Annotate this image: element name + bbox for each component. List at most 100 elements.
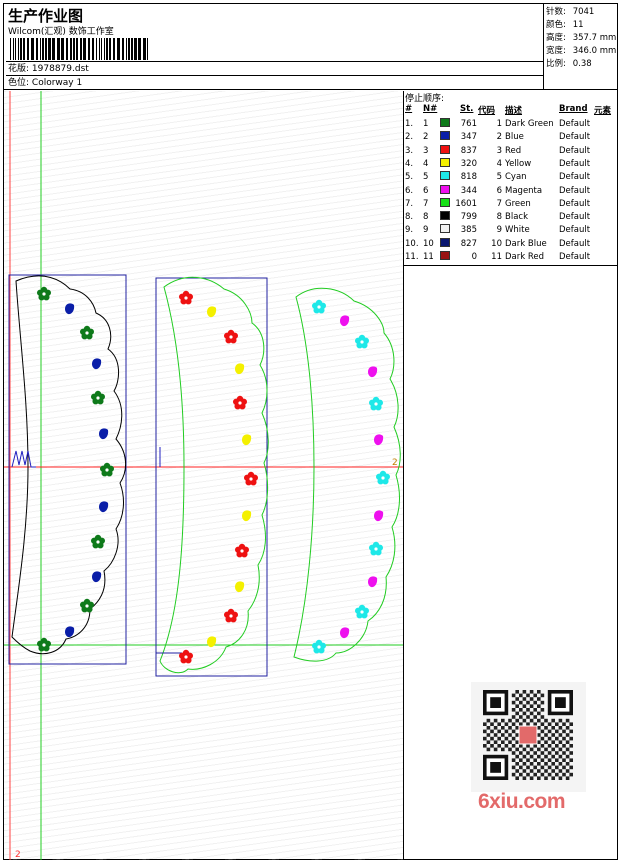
stop-row: 4. 4 320 4 Yellow Default bbox=[404, 157, 617, 171]
stop-brand: Default bbox=[559, 252, 591, 262]
stop-row: 7. 7 1601 7 Green Default bbox=[404, 197, 617, 211]
stop-description: Green bbox=[505, 198, 531, 209]
flower-motif bbox=[90, 534, 106, 549]
production-worksheet: 生产作业图 Wilcom(汇观) 数饰工作室 花版: 1978879.dst 色… bbox=[3, 3, 618, 860]
flower-motif bbox=[375, 470, 391, 485]
file-label: 花版: bbox=[8, 64, 30, 74]
flower-motif bbox=[99, 462, 115, 477]
stop-needle: 7 bbox=[423, 198, 429, 209]
teardrop-motif bbox=[368, 576, 378, 588]
stop-code: 11 bbox=[491, 252, 502, 262]
stop-index: 11. bbox=[405, 252, 419, 262]
col-code: 代码 bbox=[478, 106, 496, 116]
flower-motif bbox=[311, 299, 327, 314]
stat-width: 宽度: 346.0 mm bbox=[546, 45, 617, 58]
design-canvas[interactable]: 2 2 bbox=[4, 91, 404, 860]
stop-stitches: 799 bbox=[460, 212, 477, 223]
stop-brand: Default bbox=[559, 225, 591, 236]
stop-code: 2 bbox=[496, 132, 502, 143]
stop-index: 9. bbox=[405, 225, 414, 236]
stop-code: 8 bbox=[496, 212, 502, 223]
flower-motif bbox=[368, 396, 384, 411]
stop-description: Blue bbox=[505, 132, 524, 143]
qr-code-box bbox=[471, 682, 586, 792]
flower-motif bbox=[178, 649, 194, 664]
teardrop-motif bbox=[235, 581, 245, 593]
stat-scale: 比例: 0.38 bbox=[546, 58, 617, 71]
stop-order-title: 停止顺序: bbox=[405, 94, 445, 104]
barcode bbox=[10, 38, 148, 60]
color-swatch bbox=[440, 131, 450, 141]
stop-brand: Default bbox=[559, 185, 591, 196]
stop-stitches: 0 bbox=[471, 252, 477, 262]
stop-code: 3 bbox=[496, 145, 502, 156]
color-swatch bbox=[440, 157, 450, 167]
stop-row: 11. 11 0 11 Dark Red Default bbox=[404, 251, 617, 264]
stop-needle: 10 bbox=[423, 238, 434, 249]
stop-index: 1. bbox=[405, 119, 414, 129]
flower-motif bbox=[232, 395, 248, 410]
stop-order-table: 停止顺序: # N# St. 代码 描述 Brand 元素 1. 1 761 1 Dar… bbox=[404, 91, 617, 266]
teardrop-motif bbox=[368, 366, 378, 378]
header: 生产作业图 Wilcom(汇观) 数饰工作室 花版: 1978879.dst 色… bbox=[4, 4, 617, 90]
stat-height: 高度: 357.7 mm bbox=[546, 32, 617, 45]
page-title: 生产作业图 bbox=[8, 7, 84, 25]
stop-stitches: 761 bbox=[460, 119, 477, 129]
teardrop-motif bbox=[65, 626, 75, 638]
color-swatch bbox=[440, 211, 450, 221]
zigzag-stitch-mark bbox=[11, 450, 36, 468]
motifs-layer bbox=[36, 286, 391, 664]
stop-index: 10. bbox=[405, 238, 419, 249]
stop-needle: 8 bbox=[423, 212, 429, 223]
stop-description: Yellow bbox=[505, 158, 532, 169]
watermark: 6xiu.com bbox=[478, 790, 566, 813]
teardrop-motif bbox=[92, 358, 102, 370]
stop-stitches: 344 bbox=[460, 185, 477, 196]
design-preview: 2 2 bbox=[4, 91, 403, 860]
teardrop-motif bbox=[207, 306, 217, 318]
stop-description: Black bbox=[505, 212, 528, 223]
stat-label: 颜色: bbox=[546, 20, 566, 30]
col-needle: N# bbox=[423, 104, 438, 114]
stop-index: 8. bbox=[405, 212, 414, 223]
flower-motif bbox=[79, 598, 95, 613]
stop-stitches: 1601 bbox=[455, 198, 477, 209]
teardrop-motif bbox=[92, 571, 102, 583]
stop-code: 4 bbox=[496, 158, 502, 169]
stop-description: Cyan bbox=[505, 172, 527, 183]
stat-value: 346.0 mm bbox=[572, 46, 617, 56]
stop-row: 5. 5 818 5 Cyan Default bbox=[404, 171, 617, 184]
stop-row: 1. 1 761 1 Dark Green Default bbox=[404, 118, 617, 131]
colorway-value: Colorway 1 bbox=[31, 78, 83, 88]
col-index: # bbox=[405, 104, 413, 114]
col-element: 元素 bbox=[594, 106, 612, 116]
design-stats: 针数: 7041 颜色: 11 高度: 357.7 mm 宽度: 346.0 m… bbox=[543, 4, 617, 90]
stat-value: 357.7 mm bbox=[572, 33, 617, 43]
col-brand: Brand bbox=[559, 104, 588, 114]
col-stitches: St. bbox=[460, 104, 474, 114]
company-name: Wilcom(汇观) 数饰工作室 bbox=[8, 27, 114, 37]
stop-index: 4. bbox=[405, 158, 414, 169]
teardrop-motif bbox=[340, 627, 350, 639]
stop-code: 7 bbox=[496, 198, 502, 209]
teardrop-motif bbox=[207, 636, 217, 648]
color-swatch bbox=[440, 251, 450, 260]
flower-motif bbox=[243, 471, 259, 486]
stop-row: 8. 8 799 8 Black Default bbox=[404, 211, 617, 224]
color-swatch bbox=[440, 224, 450, 234]
header-left: 生产作业图 Wilcom(汇观) 数饰工作室 花版: 1978879.dst 色… bbox=[4, 4, 543, 90]
flower-motif bbox=[36, 637, 52, 652]
color-swatch bbox=[440, 118, 450, 127]
stat-colors: 颜色: 11 bbox=[546, 19, 617, 32]
stop-needle: 6 bbox=[423, 185, 429, 196]
stop-brand: Default bbox=[559, 238, 591, 249]
color-swatch bbox=[440, 171, 450, 181]
flower-motif bbox=[90, 390, 106, 405]
stop-needle: 5 bbox=[423, 172, 429, 183]
stop-code: 5 bbox=[496, 172, 502, 183]
stat-value: 0.38 bbox=[572, 59, 592, 69]
flower-motif bbox=[368, 541, 384, 556]
stop-description: Magenta bbox=[505, 185, 543, 196]
flower-motif bbox=[36, 286, 52, 301]
stop-stitches: 347 bbox=[460, 132, 477, 143]
